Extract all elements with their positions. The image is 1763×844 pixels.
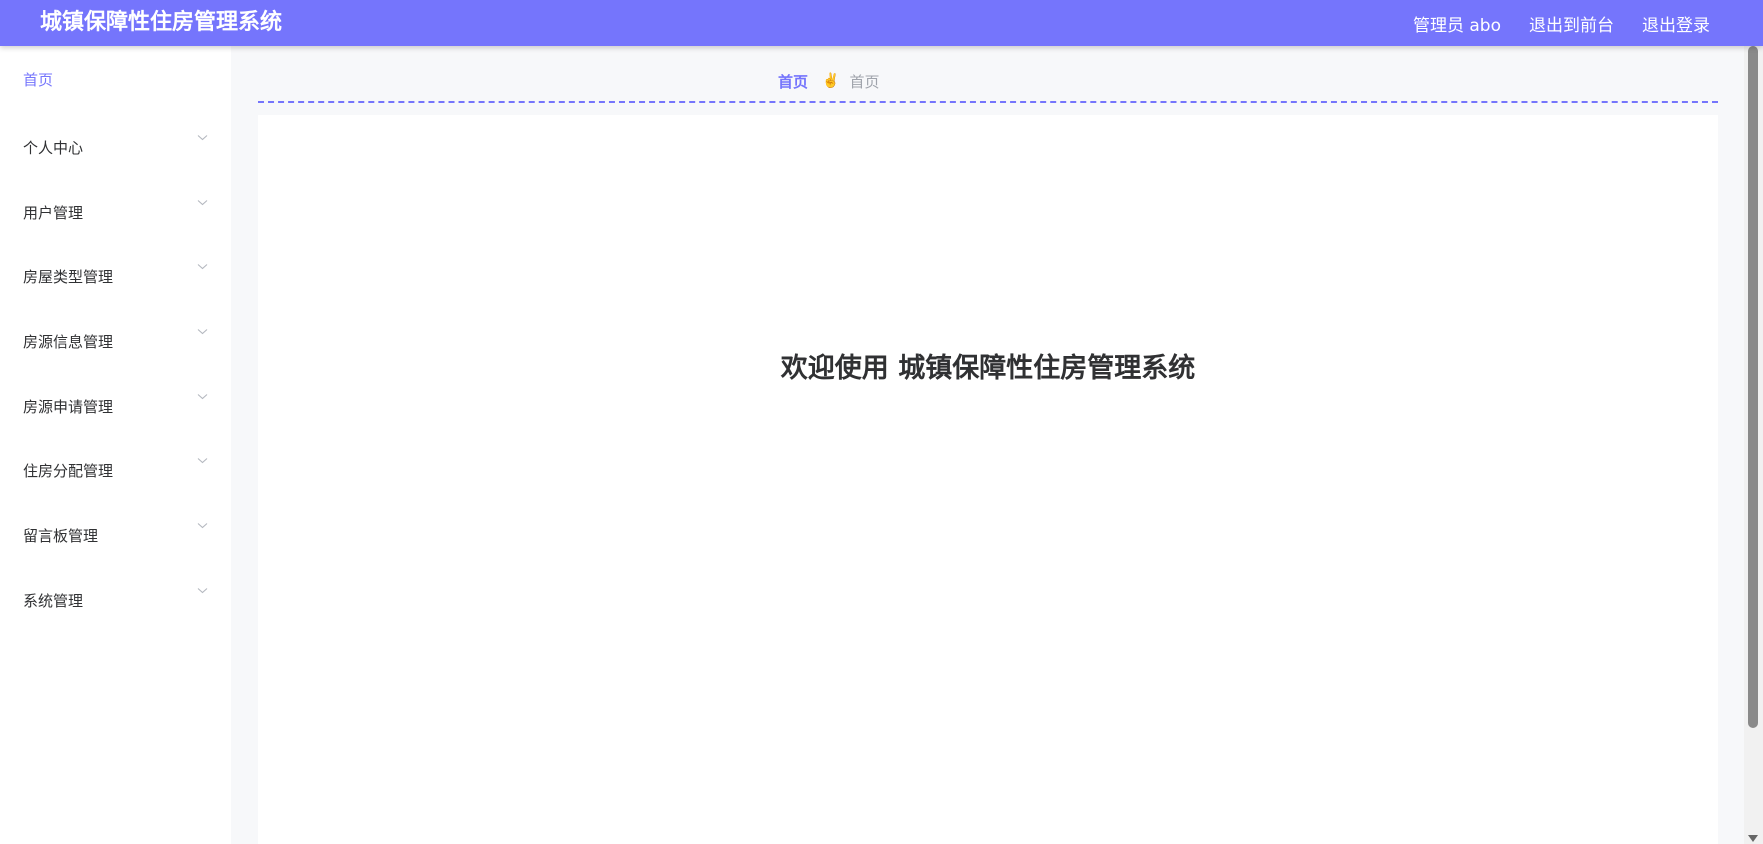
sidebar-item-label: 房源申请管理 xyxy=(23,397,114,416)
sidebar-item-label: 个人中心 xyxy=(23,139,84,157)
top-bar: 城镇保障性住房管理系统 管理员 abo 退出到前台 退出登录 xyxy=(0,0,1763,46)
top-nav: 管理员 abo 退出到前台 退出登录 xyxy=(1413,0,1710,46)
sidebar-item-label: 系统管理 xyxy=(23,591,84,610)
breadcrumb: 首页 ✌️ 首页 xyxy=(778,70,879,92)
sidebar-item-home[interactable]: 首页 xyxy=(23,69,53,90)
exit-to-front-link[interactable]: 退出到前台 xyxy=(1529,11,1614,36)
welcome-message: 欢迎使用 城镇保障性住房管理系统 xyxy=(780,353,1196,384)
sidebar-item-system-management[interactable]: 系统管理 xyxy=(0,587,231,656)
admin-user-label: 管理员 abo xyxy=(1412,15,1501,36)
sidebar: 首页 个人中心 用户管理 房屋类型管理 房源信息管理 房源申请管理 住房分配管理… xyxy=(0,46,231,844)
chevron-down-icon xyxy=(197,393,208,399)
chevron-down-icon xyxy=(197,587,208,594)
logout-link[interactable]: 退出登录 xyxy=(1642,11,1710,36)
sidebar-item-listing-info-management[interactable]: 房源信息管理 xyxy=(0,329,231,397)
chevron-down-icon xyxy=(197,458,208,464)
sidebar-item-message-board-management[interactable]: 留言板管理 xyxy=(0,523,231,591)
scrollbar-thumb[interactable] xyxy=(1748,46,1758,728)
chevron-down-icon xyxy=(197,264,208,270)
victory-hand-icon: ✌️ xyxy=(822,73,840,89)
scroll-down-arrow-icon[interactable] xyxy=(1748,835,1758,842)
chevron-down-icon xyxy=(197,523,208,529)
chevron-down-icon xyxy=(197,199,208,205)
app-title: 城镇保障性住房管理系统 xyxy=(40,10,283,35)
sidebar-item-housing-allocation-management[interactable]: 住房分配管理 xyxy=(0,458,231,526)
chevron-down-icon xyxy=(197,329,208,335)
page-scrollbar[interactable] xyxy=(1744,46,1763,844)
sidebar-item-personal-center[interactable]: 个人中心 xyxy=(0,135,231,203)
breadcrumb-home-link[interactable]: 首页 xyxy=(778,71,808,92)
breadcrumb-divider xyxy=(258,101,1718,103)
sidebar-item-label: 用户管理 xyxy=(23,203,84,222)
sidebar-item-user-management[interactable]: 用户管理 xyxy=(0,199,231,268)
sidebar-item-house-type-management[interactable]: 房屋类型管理 xyxy=(0,264,231,332)
breadcrumb-current: 首页 xyxy=(849,72,880,91)
sidebar-item-listing-application-management[interactable]: 房源申请管理 xyxy=(0,393,231,462)
welcome-panel: 欢迎使用 城镇保障性住房管理系统 xyxy=(258,115,1718,844)
sidebar-item-label: 住房分配管理 xyxy=(23,462,114,481)
sidebar-menu: 个人中心 用户管理 房屋类型管理 房源信息管理 房源申请管理 住房分配管理 留言… xyxy=(0,135,231,656)
sidebar-item-label: 房源信息管理 xyxy=(23,333,114,352)
chevron-down-icon xyxy=(197,135,208,141)
sidebar-item-label: 房屋类型管理 xyxy=(23,268,114,287)
sidebar-item-label: 留言板管理 xyxy=(23,527,99,546)
main-content: 首页 ✌️ 首页 欢迎使用 城镇保障性住房管理系统 xyxy=(231,46,1744,844)
